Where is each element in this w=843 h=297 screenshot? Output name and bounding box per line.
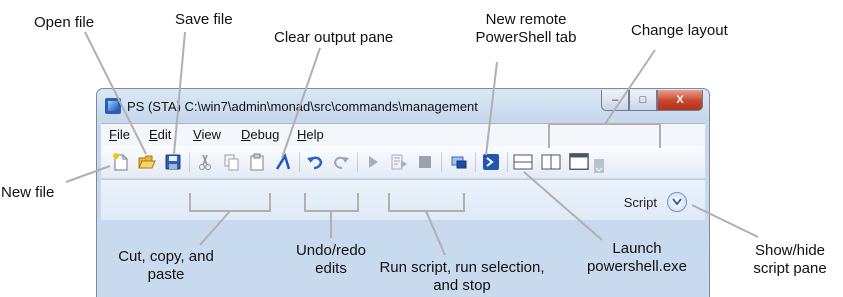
- toolbar: [101, 146, 705, 178]
- callout-clear-output: Clear output pane: [274, 29, 394, 46]
- run-script-icon[interactable]: [363, 152, 383, 172]
- menu-file[interactable]: File: [109, 127, 130, 142]
- menu-help[interactable]: Help: [297, 127, 324, 142]
- toolbar-separator: [507, 153, 508, 172]
- clear-output-icon[interactable]: [273, 152, 293, 172]
- script-pane-label: Script: [623, 195, 657, 210]
- toolbar-overflow-icon[interactable]: [593, 158, 605, 174]
- callout-save-file: Save file: [175, 11, 233, 28]
- redo-icon[interactable]: [331, 152, 351, 172]
- caption-buttons: – □ X: [601, 90, 703, 112]
- paste-icon[interactable]: [247, 152, 267, 172]
- layout-side-icon[interactable]: [541, 152, 561, 172]
- open-file-icon[interactable]: [137, 152, 157, 172]
- window-title: PS (STA) C:\win7\admin\monad\src\command…: [127, 99, 478, 114]
- callout-new-file: New file: [1, 184, 55, 201]
- toolbar-separator: [299, 153, 300, 172]
- callout-open-file: Open file: [34, 14, 95, 31]
- menu-view[interactable]: View: [193, 127, 221, 142]
- callout-run-script: Run script, run selection, and stop: [379, 259, 545, 294]
- menu-edit[interactable]: Edit: [149, 127, 171, 142]
- stop-icon[interactable]: [415, 152, 435, 172]
- maximize-button[interactable]: □: [629, 90, 657, 111]
- new-file-icon[interactable]: [111, 152, 131, 172]
- layout-top-icon[interactable]: [513, 152, 533, 172]
- menu-debug[interactable]: Debug: [241, 127, 279, 142]
- toolbar-separator: [357, 153, 358, 172]
- run-selection-icon[interactable]: [389, 152, 409, 172]
- toolbar-separator: [475, 153, 476, 172]
- copy-icon[interactable]: [221, 152, 241, 172]
- minimize-button[interactable]: –: [601, 90, 629, 111]
- menu-bar: File Edit View Debug Help: [101, 123, 705, 146]
- chevron-down-icon: [672, 198, 682, 206]
- callout-launch-powershell: Launch powershell.exe: [586, 240, 688, 275]
- script-tab-strip: Script: [101, 179, 705, 220]
- toolbar-separator: [189, 153, 190, 172]
- undo-icon[interactable]: [305, 152, 325, 172]
- launch-powershell-icon[interactable]: [481, 152, 501, 172]
- show-hide-script-pane-button[interactable]: [667, 192, 687, 212]
- toolbar-separator: [441, 153, 442, 172]
- callout-cut-copy-paste: Cut, copy, and paste: [118, 248, 214, 283]
- new-remote-tab-icon[interactable]: [449, 152, 469, 172]
- callout-show-hide: Show/hide script pane: [753, 242, 827, 277]
- callout-new-remote: New remote PowerShell tab: [475, 11, 577, 46]
- cut-icon[interactable]: [195, 152, 215, 172]
- close-button[interactable]: X: [657, 90, 703, 111]
- callout-change-layout: Change layout: [631, 22, 728, 39]
- layout-max-icon[interactable]: [569, 152, 589, 172]
- save-file-icon[interactable]: [163, 152, 183, 172]
- powershell-app-icon: [105, 98, 121, 114]
- title-bar[interactable]: PS (STA) C:\win7\admin\monad\src\command…: [97, 89, 709, 123]
